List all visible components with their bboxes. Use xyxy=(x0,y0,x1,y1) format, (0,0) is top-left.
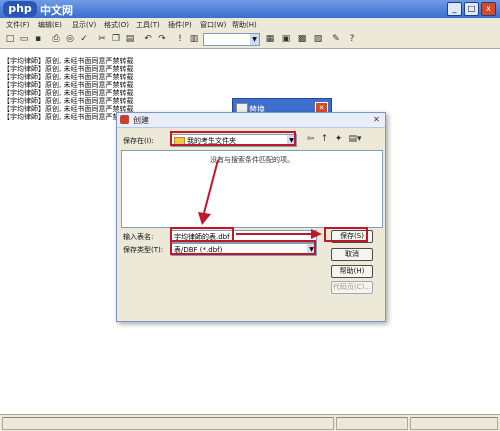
annotation-arrows xyxy=(198,159,322,239)
right-arrow-head xyxy=(311,229,322,239)
down-arrow-head xyxy=(198,212,211,225)
down-arrow xyxy=(203,159,219,214)
